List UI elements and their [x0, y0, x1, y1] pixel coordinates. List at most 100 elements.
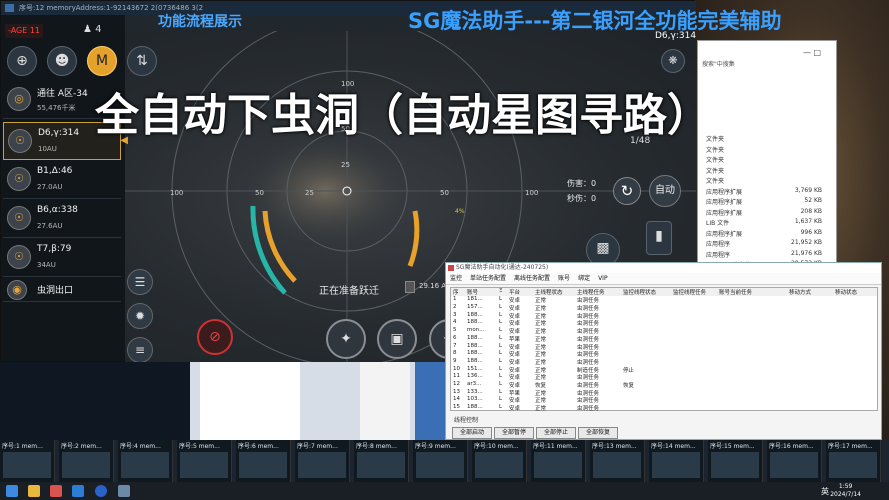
file-explorer-icon[interactable]	[28, 485, 40, 497]
refresh-icon[interactable]: ↻	[613, 177, 641, 205]
planet-icon: ☉	[7, 245, 31, 269]
taskbar-thumbnail[interactable]: 序号:16 mem...	[767, 440, 822, 482]
table-cell: 188...	[467, 350, 483, 357]
thumbnail-preview	[711, 452, 759, 478]
thumb-window[interactable]	[200, 362, 300, 440]
menu-item[interactable]: 监控	[450, 275, 462, 282]
file-row[interactable]: 应用程序 21,976 KB	[706, 250, 836, 259]
column-header[interactable]: 序	[453, 288, 459, 296]
nav-item-5[interactable]: ◉ 虫洞出口	[3, 278, 121, 302]
thumbnail-label: 序号:10 mem...	[474, 443, 519, 450]
profile-icon[interactable]: ☻	[47, 46, 77, 76]
taskbar-thumbnail[interactable]: 序号:14 mem...	[649, 440, 704, 482]
taskbar-thumbnail[interactable]: 序号:10 mem...	[472, 440, 527, 482]
target-icon[interactable]: ⊕	[7, 46, 37, 76]
overlay-caption: 功能流程展示	[158, 14, 242, 30]
nav-item-2[interactable]: ☉ B1,Δ:46 27.0AU	[3, 161, 121, 199]
taskbar-thumbnail[interactable]: 序号:5 mem...	[177, 440, 232, 482]
nav-item-name: 通往 A区-34	[37, 89, 88, 99]
file-row[interactable]: 应用程序扩展 208 KB	[706, 208, 836, 217]
menu-item[interactable]: 单站任务配置	[470, 275, 506, 282]
taskbar-thumbnail[interactable]: 序号:15 mem...	[708, 440, 763, 482]
thread-control-button[interactable]: 全部恢复	[578, 427, 618, 439]
file-row[interactable]: 文件夹	[706, 155, 836, 164]
table-cell: 11	[453, 373, 460, 380]
app-icon-red[interactable]	[50, 485, 62, 497]
column-header[interactable]: 移动方式	[789, 288, 811, 296]
start-icon[interactable]	[6, 485, 18, 497]
thread-control-button[interactable]: 全部启动	[452, 427, 492, 439]
file-row[interactable]: 文件夹	[706, 134, 836, 143]
file-row[interactable]: 应用程序扩展 52 KB	[706, 197, 836, 206]
thumbnail-preview	[829, 452, 877, 478]
thread-control-button[interactable]: 全部停止	[536, 427, 576, 439]
taskbar-thumbnail[interactable]: 序号:2 mem...	[59, 440, 114, 482]
table-cell: 安卓	[509, 406, 521, 413]
table-row[interactable]: 15 188... L 安卓 正常 虫洞任务	[451, 404, 877, 412]
taskbar-thumbnail[interactable]: 序号:7 mem...	[295, 440, 350, 482]
nav-item-4[interactable]: ☉ T7,β:79 34AU	[3, 239, 121, 277]
drone-icon[interactable]: ✹	[127, 303, 153, 329]
sort-icon[interactable]: ⇅	[127, 46, 157, 76]
thumb-window[interactable]	[360, 362, 410, 440]
taskbar-thumbnail[interactable]: 序号:11 mem...	[531, 440, 586, 482]
clock[interactable]: 1:59 2024/7/14	[830, 483, 861, 499]
nav-item-dist: 34AU	[37, 261, 56, 269]
module-2-button[interactable]: ▣	[377, 319, 417, 359]
column-header[interactable]: 主线程状态	[535, 288, 563, 296]
taskbar-thumbnail[interactable]: 序号:13 mem...	[590, 440, 645, 482]
menu-item[interactable]: 绑定	[578, 275, 590, 282]
taskbar-thumbnail[interactable]: 序号:8 mem...	[354, 440, 409, 482]
explorer-search[interactable]: 搜索"中搜集	[702, 59, 735, 68]
screen: 序号:12 memoryAddress:1-92143672 2(0736486…	[0, 0, 889, 500]
tool-app-icon	[448, 265, 454, 271]
cancel-warp-icon[interactable]: ⊘	[197, 319, 233, 355]
table-cell: L	[499, 334, 503, 341]
file-row[interactable]: 应用程序 21,952 KB	[706, 239, 836, 248]
column-header[interactable]: 账号	[467, 288, 478, 296]
galaxy-icon[interactable]: ❋	[661, 49, 685, 73]
column-header[interactable]: Ξ	[499, 288, 502, 294]
file-row[interactable]: 文件夹	[706, 176, 836, 185]
file-row[interactable]: 文件夹	[706, 145, 836, 154]
table-cell: 136...	[467, 373, 483, 380]
taskbar-thumbnail[interactable]: 序号:9 mem...	[413, 440, 468, 482]
menu-item[interactable]: 离线任务配置	[514, 275, 550, 282]
thread-table: 序账号 Ξ 平台 主线程状态 主线程任务 监控线程状态 监控线程任务 账号当前任务 移动方式 移动…	[450, 287, 878, 412]
file-row[interactable]: 文件夹	[706, 166, 836, 175]
menu-icon[interactable]: ≡	[127, 337, 153, 363]
edge-icon[interactable]	[72, 485, 84, 497]
taskbar-thumbnail[interactable]: 序号:1 mem...	[0, 440, 55, 482]
nav-item-3[interactable]: ☉ B6,α:338 27.6AU	[3, 200, 121, 238]
menu-item[interactable]: 账号	[558, 275, 570, 282]
menu-item[interactable]: VIP	[598, 275, 608, 282]
map-route-icon[interactable]: M	[87, 46, 117, 76]
column-header[interactable]: 移动状态	[835, 288, 857, 296]
column-header[interactable]: 监控线程状态	[623, 288, 656, 296]
column-header[interactable]: 监控线程任务	[673, 288, 706, 296]
auto-button[interactable]: 自动	[649, 175, 681, 207]
game-app-icon[interactable]	[118, 485, 130, 497]
word-icon[interactable]	[95, 485, 107, 497]
taskbar-thumbnail[interactable]: 序号:4 mem...	[118, 440, 173, 482]
taskbar-thumbnail[interactable]: 序号:17 mem...	[826, 440, 881, 482]
module-1-button[interactable]: ✦	[326, 319, 366, 359]
layers-icon[interactable]: ☰	[127, 269, 153, 295]
column-header[interactable]: 主线程任务	[577, 288, 605, 296]
thumb-window[interactable]	[0, 362, 190, 440]
thumb-window[interactable]	[415, 362, 445, 440]
file-row[interactable]: 应用程序扩展 996 KB	[706, 229, 836, 238]
thread-control-button[interactable]: 全部暂停	[494, 427, 534, 439]
ime-indicator[interactable]: 英	[821, 486, 829, 497]
column-header[interactable]: 平台	[509, 288, 520, 296]
maximize-icon[interactable]: □	[814, 48, 822, 57]
file-row[interactable]: LIB 文件 1,637 KB	[706, 218, 836, 227]
warp-status: 正在准备跃迁	[319, 286, 379, 297]
taskbar-thumbnail[interactable]: 序号:6 mem...	[236, 440, 291, 482]
column-header[interactable]: 账号当前任务	[719, 288, 752, 296]
minimize-icon[interactable]: —	[803, 48, 811, 57]
file-row[interactable]: 应用程序扩展 3,769 KB	[706, 187, 836, 196]
file-size: 21,952 KB	[791, 239, 822, 246]
pause-icon[interactable]	[405, 281, 415, 293]
orange-arc-right	[407, 210, 420, 267]
